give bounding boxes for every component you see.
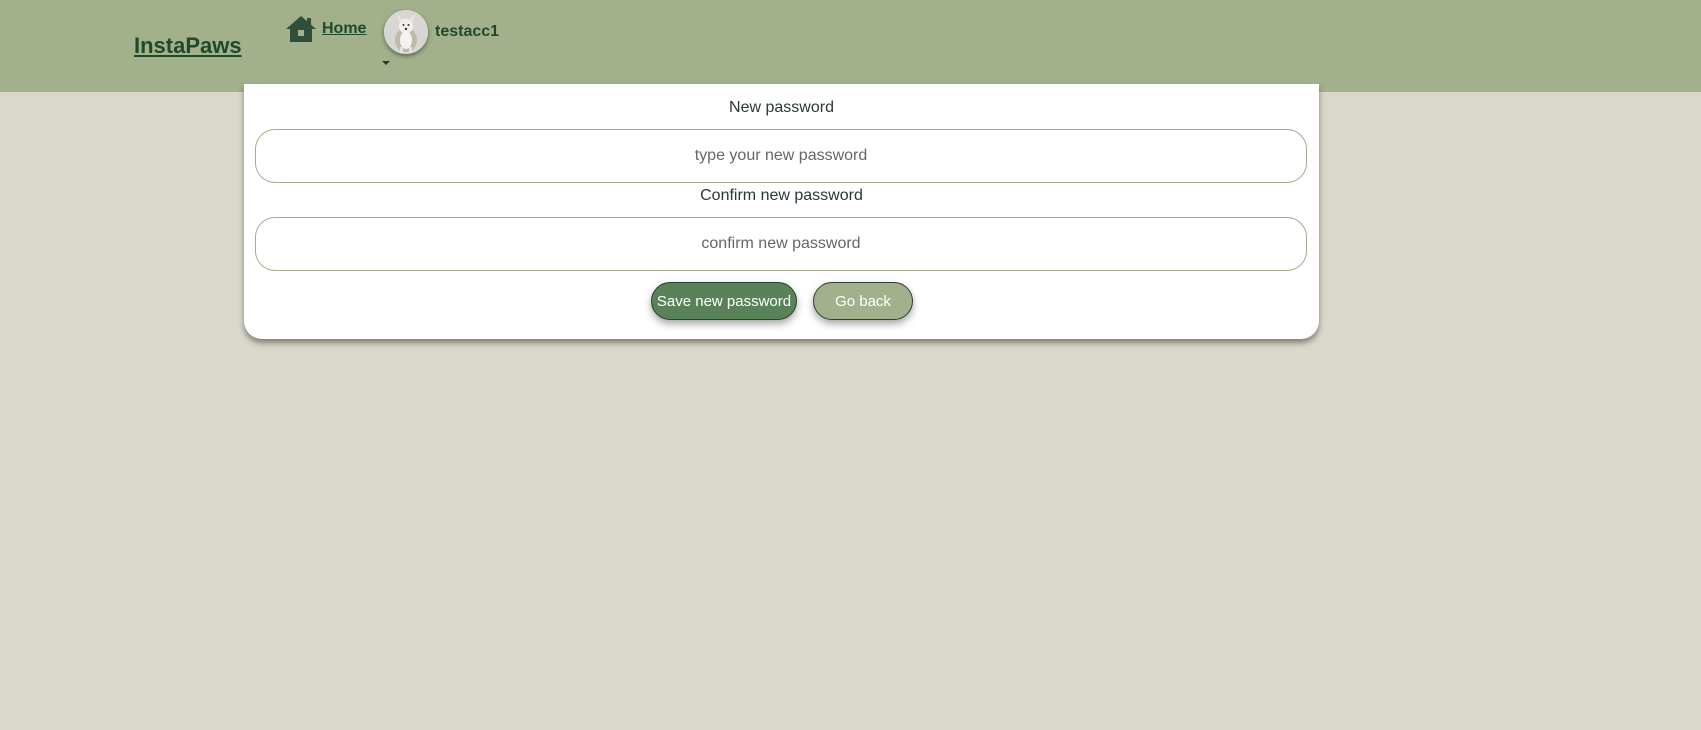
home-link[interactable]: Home	[285, 15, 366, 43]
confirm-password-input[interactable]	[255, 217, 1307, 271]
caret-down-icon[interactable]	[382, 61, 390, 65]
new-password-input[interactable]	[255, 129, 1307, 183]
new-password-label: New password	[729, 99, 834, 116]
house-icon	[286, 16, 316, 42]
home-link-label: Home	[322, 20, 367, 37]
brand-logo-link[interactable]: InstaPaws	[134, 33, 242, 59]
username-label: testacc1	[435, 23, 500, 40]
avatar[interactable]	[384, 10, 428, 54]
top-navbar: InstaPaws Home testacc1	[0, 0, 1701, 92]
profile-menu-toggle[interactable]: testacc1	[384, 10, 499, 54]
go-back-button[interactable]: Go back	[813, 282, 913, 320]
confirm-password-label: Confirm new password	[700, 187, 863, 204]
save-new-password-button[interactable]: Save new password	[651, 282, 797, 320]
change-password-card: New password Confirm new password Save n…	[244, 84, 1319, 339]
dog-avatar-image	[384, 10, 428, 54]
